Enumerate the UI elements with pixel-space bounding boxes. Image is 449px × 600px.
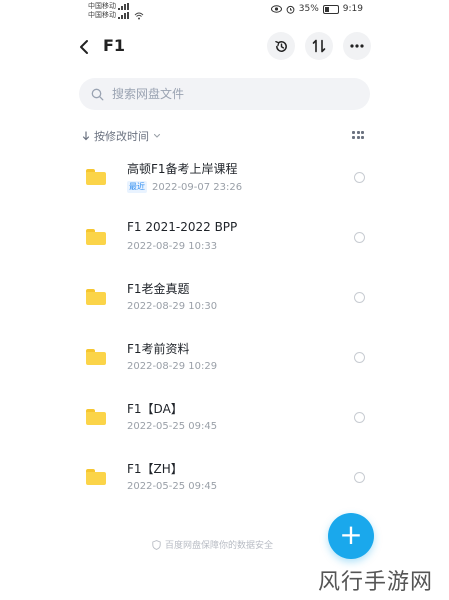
file-name: 高顿F1备考上岸课程 bbox=[127, 162, 238, 176]
file-date: 2022-09-07 23:26 bbox=[152, 181, 243, 193]
folder-icon bbox=[86, 229, 106, 245]
sort-button[interactable] bbox=[305, 32, 333, 60]
carrier-2-label: 中国移动 bbox=[88, 11, 116, 19]
watermark: 风行手游网 bbox=[318, 570, 434, 595]
select-radio[interactable] bbox=[354, 232, 365, 243]
signal-icon bbox=[118, 12, 132, 19]
select-radio[interactable] bbox=[354, 352, 365, 363]
clock-time: 9:19 bbox=[342, 4, 363, 14]
page-title: F1 bbox=[103, 36, 126, 55]
select-radio[interactable] bbox=[354, 472, 365, 483]
file-date: 2022-08-29 10:33 bbox=[127, 241, 218, 252]
file-date: 2022-05-25 09:45 bbox=[127, 481, 218, 492]
file-row[interactable]: 高顿F1备考上岸课程 最近 2022-09-07 23:26 bbox=[0, 150, 449, 210]
file-name: F1老金真题 bbox=[127, 282, 190, 296]
folder-icon bbox=[86, 349, 106, 365]
file-row[interactable]: F1考前资料 2022-08-29 10:29 bbox=[0, 330, 449, 390]
chevron-left-icon bbox=[80, 40, 88, 54]
chevron-down-icon bbox=[153, 133, 161, 138]
file-row[interactable]: F1【DA】 2022-05-25 09:45 bbox=[0, 390, 449, 450]
file-meta: 2022-05-25 09:45 bbox=[127, 421, 217, 432]
more-button[interactable] bbox=[343, 32, 371, 60]
select-radio[interactable] bbox=[354, 292, 365, 303]
battery-icon bbox=[322, 4, 339, 14]
file-row[interactable]: F1【ZH】 2022-05-25 09:45 bbox=[0, 450, 449, 510]
file-meta: 2022-08-29 10:33 bbox=[127, 241, 217, 252]
history-button[interactable] bbox=[267, 32, 295, 60]
plus-icon: + bbox=[339, 518, 363, 551]
file-name: F1【ZH】 bbox=[127, 462, 183, 476]
folder-icon bbox=[86, 469, 106, 485]
wifi-icon bbox=[134, 12, 144, 19]
status-bar: 中国移动 中国移动 35% 9:19 bbox=[0, 0, 449, 26]
file-name: F1考前资料 bbox=[127, 342, 190, 356]
file-list: 高顿F1备考上岸课程 最近 2022-09-07 23:26 F1 2021-2022… bbox=[0, 150, 449, 510]
file-meta: 2022-05-25 09:45 bbox=[127, 481, 217, 492]
file-name: F1 2021-2022 BPP bbox=[127, 220, 238, 234]
shield-icon bbox=[152, 539, 161, 550]
sort-icon bbox=[312, 39, 326, 53]
sort-selector[interactable]: 按修改时间 bbox=[82, 128, 161, 144]
file-date: 2022-05-25 09:45 bbox=[127, 421, 218, 432]
eye-icon bbox=[270, 5, 282, 13]
sort-label: 按修改时间 bbox=[94, 130, 149, 143]
search-input[interactable] bbox=[110, 86, 354, 102]
status-right: 35% 9:19 bbox=[270, 4, 363, 14]
battery-percent: 35% bbox=[298, 4, 319, 14]
file-date: 2022-08-29 10:29 bbox=[127, 361, 218, 372]
security-note-text: 百度网盘保障你的数据安全 bbox=[165, 541, 274, 551]
carrier-info: 中国移动 中国移动 bbox=[88, 2, 144, 20]
back-button[interactable] bbox=[78, 35, 96, 57]
folder-icon bbox=[86, 289, 106, 305]
folder-icon bbox=[86, 169, 106, 185]
grid-view-icon[interactable] bbox=[352, 131, 364, 140]
arrow-down-icon bbox=[82, 131, 90, 141]
file-row[interactable]: F1 2021-2022 BPP 2022-08-29 10:33 bbox=[0, 210, 449, 270]
signal-icon bbox=[118, 3, 132, 10]
select-radio[interactable] bbox=[354, 172, 365, 183]
search-bar[interactable] bbox=[79, 78, 370, 110]
alarm-icon bbox=[286, 5, 295, 14]
file-date: 2022-08-29 10:30 bbox=[127, 301, 218, 312]
file-row[interactable]: F1老金真题 2022-08-29 10:30 bbox=[0, 270, 449, 330]
file-meta: 最近 2022-09-07 23:26 bbox=[127, 181, 242, 193]
recent-badge: 最近 bbox=[127, 181, 147, 193]
folder-icon bbox=[86, 409, 106, 425]
history-icon bbox=[274, 40, 287, 52]
header: F1 bbox=[0, 30, 449, 62]
search-icon bbox=[91, 88, 104, 100]
file-name: F1【DA】 bbox=[127, 402, 183, 416]
security-note: 百度网盘保障你的数据安全 bbox=[152, 538, 273, 551]
file-meta: 2022-08-29 10:30 bbox=[127, 301, 217, 312]
carrier-1-label: 中国移动 bbox=[88, 2, 116, 10]
more-icon bbox=[350, 44, 364, 48]
add-button[interactable]: + bbox=[328, 513, 374, 559]
select-radio[interactable] bbox=[354, 412, 365, 423]
file-meta: 2022-08-29 10:29 bbox=[127, 361, 217, 372]
